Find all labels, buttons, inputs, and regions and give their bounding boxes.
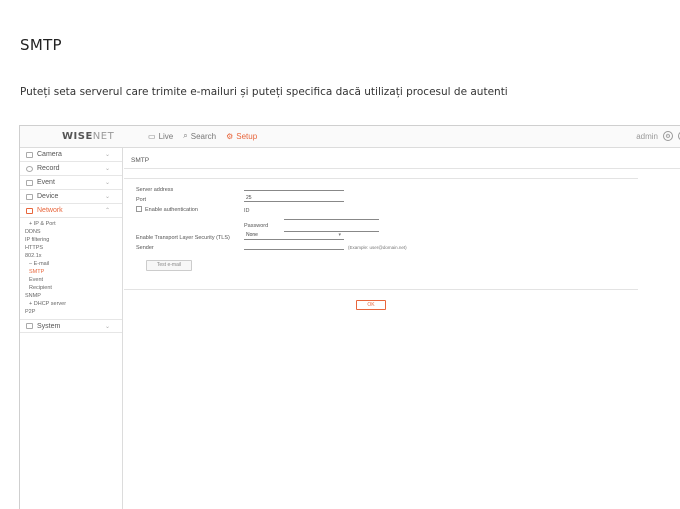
- nav-live-label: Live: [158, 131, 174, 141]
- sidebar-subitem-label: IP & Port: [33, 221, 56, 227]
- top-bar: WISENET ▭ Live ⌕ Search ⚙ Setup admin ⚙ …: [20, 126, 680, 148]
- sidebar-subitem-ip-filtering[interactable]: IP filtering: [25, 236, 122, 244]
- sidebar-subitem-p2p[interactable]: P2P: [25, 308, 122, 316]
- search-icon: ⌕: [183, 131, 188, 140]
- chevron-down-icon: ⌄: [104, 324, 110, 330]
- sidebar-subitem-dhcp-server[interactable]: + DHCP server: [25, 300, 122, 308]
- sender-field[interactable]: [244, 243, 344, 250]
- logo-sub: NET: [92, 131, 115, 142]
- sidebar-item-label: Device: [37, 193, 59, 200]
- device-icon: [26, 193, 33, 200]
- title-divider: [124, 168, 680, 169]
- sidebar-item-system[interactable]: System ⌄: [20, 319, 122, 333]
- sidebar-item-camera[interactable]: Camera ⌄: [20, 148, 122, 162]
- sidebar-item-record[interactable]: Record ⌄: [20, 162, 122, 176]
- network-submenu: + IP & Port DDNS IP filtering HTTPS 802.…: [20, 218, 122, 319]
- sidebar-subitem-ddns[interactable]: DDNS: [25, 228, 122, 236]
- logo-main: WISE: [62, 131, 93, 142]
- sidebar-item-label: Camera: [37, 151, 62, 158]
- sidebar-item-label: System: [37, 322, 61, 330]
- sidebar-item-label: Record: [37, 165, 60, 172]
- chevron-down-icon: ⌄: [104, 152, 110, 158]
- page-title: SMTP: [131, 157, 150, 164]
- sidebar-subitem-event[interactable]: Event: [25, 276, 122, 284]
- sidebar-subitem-smtp[interactable]: SMTP: [25, 268, 122, 276]
- sidebar-subitem-recipient[interactable]: Recipient: [25, 284, 122, 292]
- enable-authentication-checkbox[interactable]: [136, 206, 142, 212]
- camera-icon: [26, 151, 33, 158]
- top-nav: ▭ Live ⌕ Search ⚙ Setup: [148, 131, 257, 141]
- sidebar-subitem-label: E-mail: [33, 261, 50, 267]
- smtp-panel: Server address Port 25 Enable authentica…: [124, 178, 638, 290]
- smtp-settings-screenshot: WISENET ▭ Live ⌕ Search ⚙ Setup admin ⚙ …: [19, 125, 680, 509]
- sidebar-subitem-https[interactable]: HTTPS: [25, 244, 122, 252]
- chevron-down-icon: ⌄: [104, 180, 110, 186]
- ok-button[interactable]: OK: [356, 300, 386, 310]
- port-field[interactable]: 25: [244, 195, 344, 202]
- sidebar-item-device[interactable]: Device ⌄: [20, 190, 122, 204]
- tls-selected-value: None: [246, 232, 258, 238]
- test-email-button[interactable]: Test e-mail: [146, 260, 192, 271]
- sender-label: Sender: [136, 245, 154, 251]
- event-icon: [26, 179, 33, 186]
- page-heading: SMTP: [20, 36, 62, 54]
- sidebar-subitem-label: DHCP server: [33, 301, 67, 307]
- user-name: admin: [636, 131, 658, 141]
- tls-label: Enable Transport Layer Security (TLS): [136, 235, 230, 241]
- main-content: SMTP Server address Port 25 Enable authe…: [124, 148, 680, 509]
- sidebar-subitem-8021x[interactable]: 802.1x: [25, 252, 122, 260]
- system-icon: [26, 323, 33, 329]
- nav-setup-label: Setup: [236, 131, 258, 141]
- sidebar-subitem-snmp[interactable]: SNMP: [25, 292, 122, 300]
- gear-icon: ⚙: [226, 131, 234, 141]
- sidebar-item-network[interactable]: Network ⌃: [20, 204, 122, 218]
- nav-setup[interactable]: ⚙ Setup: [226, 131, 257, 141]
- network-icon: [26, 207, 33, 214]
- sidebar-item-label: Network: [37, 207, 63, 214]
- nav-search[interactable]: ⌕ Search: [183, 131, 216, 141]
- sidebar: Camera ⌄ Record ⌄ Event ⌄ Device ⌄ Netwo…: [20, 148, 123, 509]
- record-icon: [26, 165, 33, 172]
- sidebar-subitem-email[interactable]: – E-mail: [25, 260, 122, 268]
- server-address-label: Server address: [136, 187, 174, 193]
- password-field[interactable]: [284, 225, 379, 232]
- page-description: Puteți seta serverul care trimite e-mail…: [20, 86, 508, 98]
- nav-search-label: Search: [190, 131, 217, 141]
- chevron-up-icon: ⌃: [104, 208, 110, 214]
- sender-example-hint: (Example: user@domain.net): [348, 245, 407, 250]
- monitor-icon: ▭: [148, 131, 156, 141]
- chevron-down-icon: ▾: [338, 232, 341, 238]
- port-label: Port: [136, 197, 147, 203]
- password-label: Password: [244, 223, 269, 229]
- id-label: ID: [244, 208, 250, 214]
- sidebar-item-event[interactable]: Event ⌄: [20, 176, 122, 190]
- enable-authentication-label: Enable authentication: [145, 207, 198, 213]
- sidebar-item-label: Event: [37, 179, 55, 186]
- chevron-down-icon: ⌄: [104, 166, 110, 172]
- sidebar-subitem-ip-port[interactable]: + IP & Port: [25, 220, 122, 228]
- settings-icon[interactable]: ⚙: [663, 131, 673, 141]
- server-address-field[interactable]: [244, 184, 344, 191]
- top-right-tools: admin ⚙ ?: [636, 131, 680, 141]
- chevron-down-icon: ⌄: [104, 194, 110, 200]
- id-field[interactable]: [284, 213, 379, 220]
- tls-select[interactable]: None ▾: [244, 232, 344, 240]
- logo: WISENET: [62, 131, 114, 142]
- nav-live[interactable]: ▭ Live: [148, 131, 173, 141]
